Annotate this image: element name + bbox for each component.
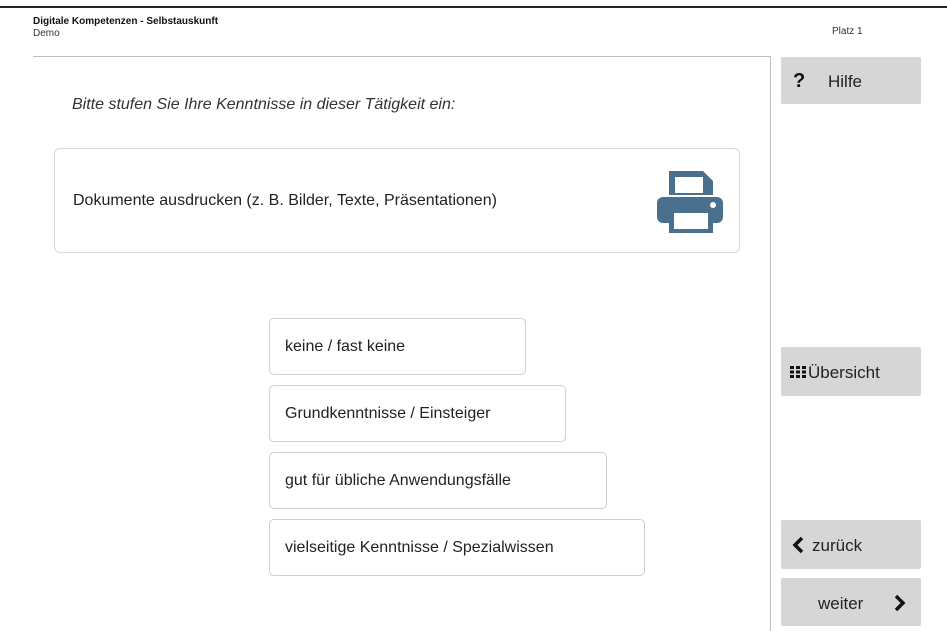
- app-title: Digitale Kompetenzen - Selbstauskunft: [33, 16, 219, 27]
- printer-icon: [657, 171, 723, 233]
- option-grundkenntnisse[interactable]: Grundkenntnisse / Einsteiger: [269, 385, 566, 442]
- help-label: Hilfe: [828, 72, 863, 91]
- help-button[interactable]: ? Hilfe: [781, 57, 921, 104]
- place-label: Platz 1: [832, 26, 863, 37]
- question-icon: ?: [793, 70, 806, 92]
- task-text: Dokumente ausdrucken (z. B. Bilder, Text…: [73, 192, 497, 209]
- sidebar-divider: [770, 56, 771, 631]
- option-label: gut für übliche Anwendungsfälle: [285, 472, 511, 489]
- chevron-left-icon: [792, 536, 804, 554]
- option-label: keine / fast keine: [285, 338, 406, 355]
- back-label: zurück: [812, 536, 863, 555]
- overview-button[interactable]: Übersicht: [781, 347, 921, 396]
- chevron-right-icon: [894, 594, 906, 612]
- task-card: Dokumente ausdrucken (z. B. Bilder, Text…: [54, 148, 740, 253]
- option-gut[interactable]: gut für übliche Anwendungsfälle: [269, 452, 607, 509]
- grid-icon: [790, 366, 806, 378]
- option-vielseitig[interactable]: vielseitige Kenntnisse / Spezialwissen: [269, 519, 645, 576]
- question-prompt: Bitte stufen Sie Ihre Kenntnisse in dies…: [72, 96, 456, 113]
- next-button[interactable]: weiter: [781, 578, 921, 626]
- app-subtitle: Demo: [33, 28, 60, 39]
- next-label: weiter: [818, 594, 864, 613]
- option-label: vielseitige Kenntnisse / Spezialwissen: [285, 539, 554, 556]
- header-divider: [33, 56, 770, 57]
- top-rule: [0, 6, 947, 8]
- overview-label: Übersicht: [808, 363, 880, 382]
- option-keine[interactable]: keine / fast keine: [269, 318, 526, 375]
- back-button[interactable]: zurück: [781, 520, 921, 569]
- option-label: Grundkenntnisse / Einsteiger: [285, 405, 491, 422]
